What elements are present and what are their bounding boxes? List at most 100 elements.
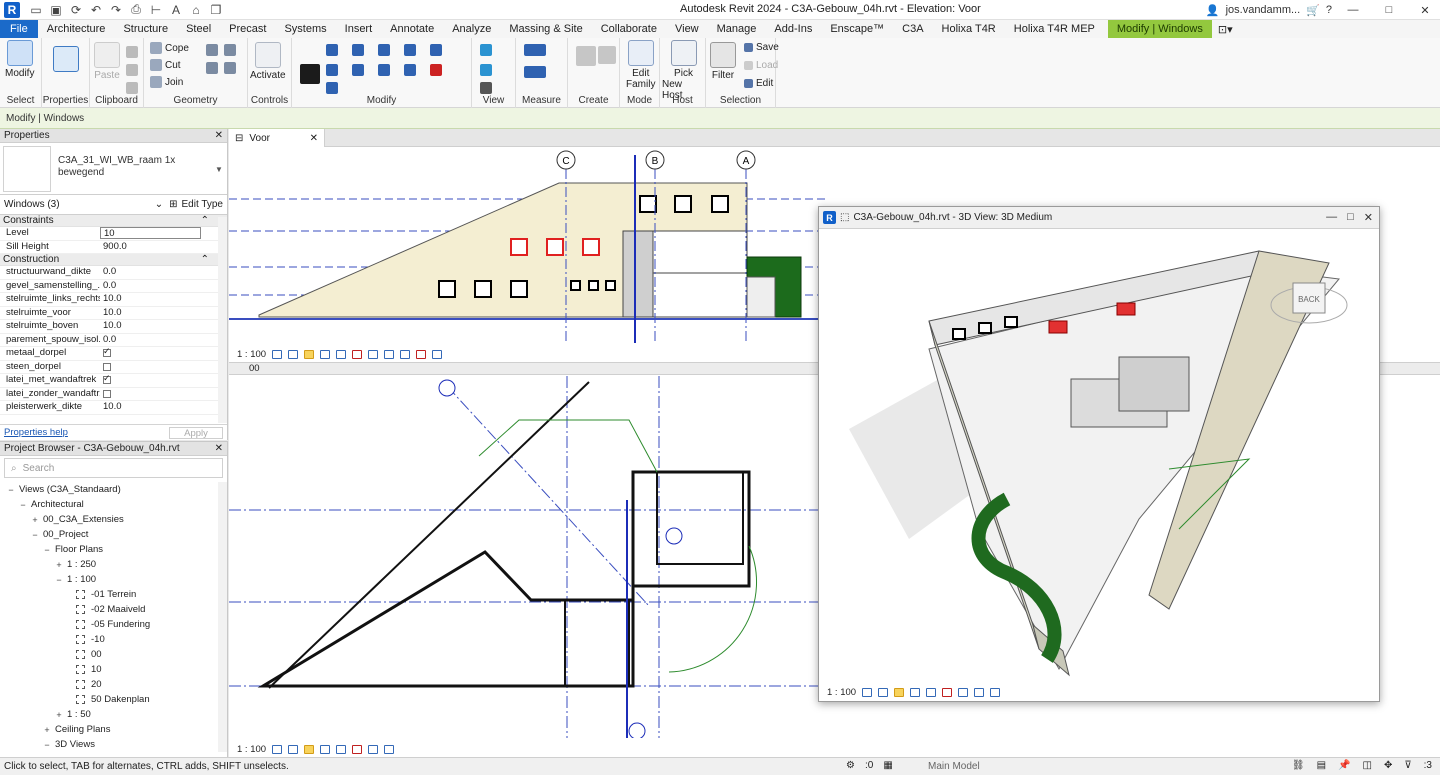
revit-logo[interactable]: R (4, 1, 20, 18)
property-value[interactable]: 0.0 (100, 266, 227, 279)
tab-precast[interactable]: Precast (220, 20, 275, 38)
expand-icon[interactable]: + (42, 725, 52, 735)
window[interactable] (978, 322, 992, 334)
lock-view-icon[interactable] (368, 744, 379, 754)
grid-bubble[interactable] (438, 379, 456, 397)
property-value[interactable]: 10.0 (100, 293, 227, 306)
create-parts-icon[interactable] (598, 46, 616, 64)
tab-modify-windows[interactable]: Modify | Windows (1107, 20, 1212, 38)
browser-item[interactable]: − Floor Plans (0, 542, 227, 557)
maximize-button[interactable]: □ (1374, 4, 1404, 16)
collapse-icon[interactable]: ⌃ (201, 215, 209, 226)
tab-collaborate[interactable]: Collaborate (592, 20, 666, 38)
active-model[interactable]: Main Model (928, 761, 980, 772)
select-label[interactable]: Select (0, 95, 41, 106)
property-value[interactable] (100, 361, 227, 374)
window[interactable] (474, 280, 492, 298)
drag-elements-icon[interactable]: ✥ (1384, 760, 1392, 771)
type-selector[interactable]: C3A_31_WI_WB_raam 1x bewegend ▼ (0, 143, 227, 195)
tab-voor[interactable]: ⊟ Voor ✕ (229, 129, 325, 147)
window[interactable] (952, 328, 966, 340)
browser-item[interactable]: 50 Dakenplan (0, 692, 227, 707)
property-value[interactable] (100, 373, 227, 387)
browser-scrollbar[interactable] (218, 482, 227, 752)
close-icon[interactable]: ✕ (215, 443, 223, 454)
view-scale[interactable]: 1 : 100 (827, 687, 856, 698)
tab-systems[interactable]: Systems (275, 20, 335, 38)
crop-icon[interactable] (336, 744, 347, 754)
property-value[interactable]: 0.0 (100, 280, 227, 293)
property-value[interactable]: 10.0 (100, 401, 227, 414)
collapse-icon[interactable]: − (18, 500, 28, 510)
window[interactable] (639, 195, 657, 213)
window[interactable] (570, 280, 581, 291)
property-group[interactable]: Constraints ⌃ (0, 215, 227, 227)
reveal-hidden-icon[interactable] (990, 687, 1001, 697)
offset-icon[interactable] (352, 44, 364, 56)
shadows-icon[interactable] (320, 349, 331, 359)
tab-c3a[interactable]: C3A (893, 20, 932, 38)
visual-style-icon[interactable] (288, 744, 299, 754)
user-icon[interactable]: 👤 (1206, 4, 1220, 17)
sun-path-icon[interactable] (304, 744, 315, 754)
collapse-icon[interactable]: − (6, 485, 16, 495)
delete-icon[interactable] (430, 64, 442, 76)
tab-view[interactable]: View (666, 20, 708, 38)
help-icon[interactable]: ? (1326, 4, 1332, 16)
properties-button[interactable] (53, 46, 79, 74)
paint-icon[interactable] (224, 44, 236, 56)
browser-item[interactable]: +1 : 50 (0, 707, 227, 722)
linework-icon[interactable] (480, 82, 492, 94)
tab-steel[interactable]: Steel (177, 20, 220, 38)
floor-plan-view[interactable] (229, 376, 829, 738)
browser-item[interactable]: +00_C3A_Extensies (0, 512, 227, 527)
browser-item[interactable]: + Ceiling Plans (0, 722, 227, 737)
split-icon[interactable] (404, 44, 416, 56)
search-input[interactable]: ⌕ Search (4, 458, 223, 478)
undo-icon[interactable]: ↶ (88, 3, 104, 17)
lock-view-icon[interactable] (368, 349, 379, 359)
hide-icon[interactable] (480, 44, 492, 56)
dimension-icon[interactable] (524, 66, 546, 78)
visual-style-icon[interactable] (878, 687, 889, 697)
window-selected[interactable] (1116, 302, 1136, 316)
temporary-hide-icon[interactable] (384, 349, 395, 359)
measure-icon[interactable]: ⊢ (148, 3, 164, 17)
mirror-icon[interactable] (352, 64, 364, 76)
maximize-button[interactable]: □ (1347, 211, 1354, 224)
tab-insert[interactable]: Insert (336, 20, 382, 38)
browser-item[interactable]: +1 : 250 (0, 557, 227, 572)
property-value[interactable]: 10.0 (100, 307, 227, 320)
property-checkbox[interactable] (103, 389, 111, 398)
open-icon[interactable]: ▭ (28, 3, 44, 17)
highlight-displacement-icon[interactable] (432, 349, 443, 359)
collapse-icon[interactable]: − (42, 545, 52, 555)
match-properties-icon[interactable] (126, 82, 138, 94)
edit-type-button[interactable]: Edit Type (181, 199, 223, 210)
split-face-icon[interactable] (206, 44, 218, 56)
browser-item[interactable]: 20 (0, 677, 227, 692)
user-name[interactable]: jos.vandamm... (1226, 4, 1301, 16)
print-icon[interactable]: ⎙ (128, 2, 144, 17)
shadows-icon[interactable] (910, 687, 921, 697)
browser-item[interactable]: -02 Maaiveld (0, 602, 227, 617)
sun-path-icon[interactable] (894, 687, 905, 697)
close-icon[interactable]: ✕ (215, 130, 223, 141)
sync-icon[interactable]: ⟳ (68, 3, 84, 17)
copy-modify-icon[interactable] (326, 64, 338, 76)
property-checkbox[interactable] (103, 373, 111, 384)
browser-item[interactable]: −3D Views (0, 737, 227, 752)
pick-new-host-button[interactable]: Pick New Host (662, 40, 705, 101)
browser-item[interactable]: − Views (C3A_Standaard) (0, 482, 227, 497)
window-selected[interactable] (510, 238, 528, 256)
reveal-hidden-icon[interactable] (400, 349, 411, 359)
annotate-icon[interactable]: A (168, 3, 184, 17)
collapse-icon[interactable]: ⌃ (201, 254, 209, 265)
window[interactable] (674, 195, 692, 213)
property-value[interactable]: 900.0 (100, 241, 227, 254)
minimize-button[interactable]: — (1338, 4, 1368, 16)
analytical-model-icon[interactable] (416, 349, 427, 359)
tab-file[interactable]: File (0, 20, 38, 38)
filter-icon[interactable]: ⊽ (1404, 760, 1411, 771)
filter-button[interactable]: Filter (710, 42, 736, 81)
